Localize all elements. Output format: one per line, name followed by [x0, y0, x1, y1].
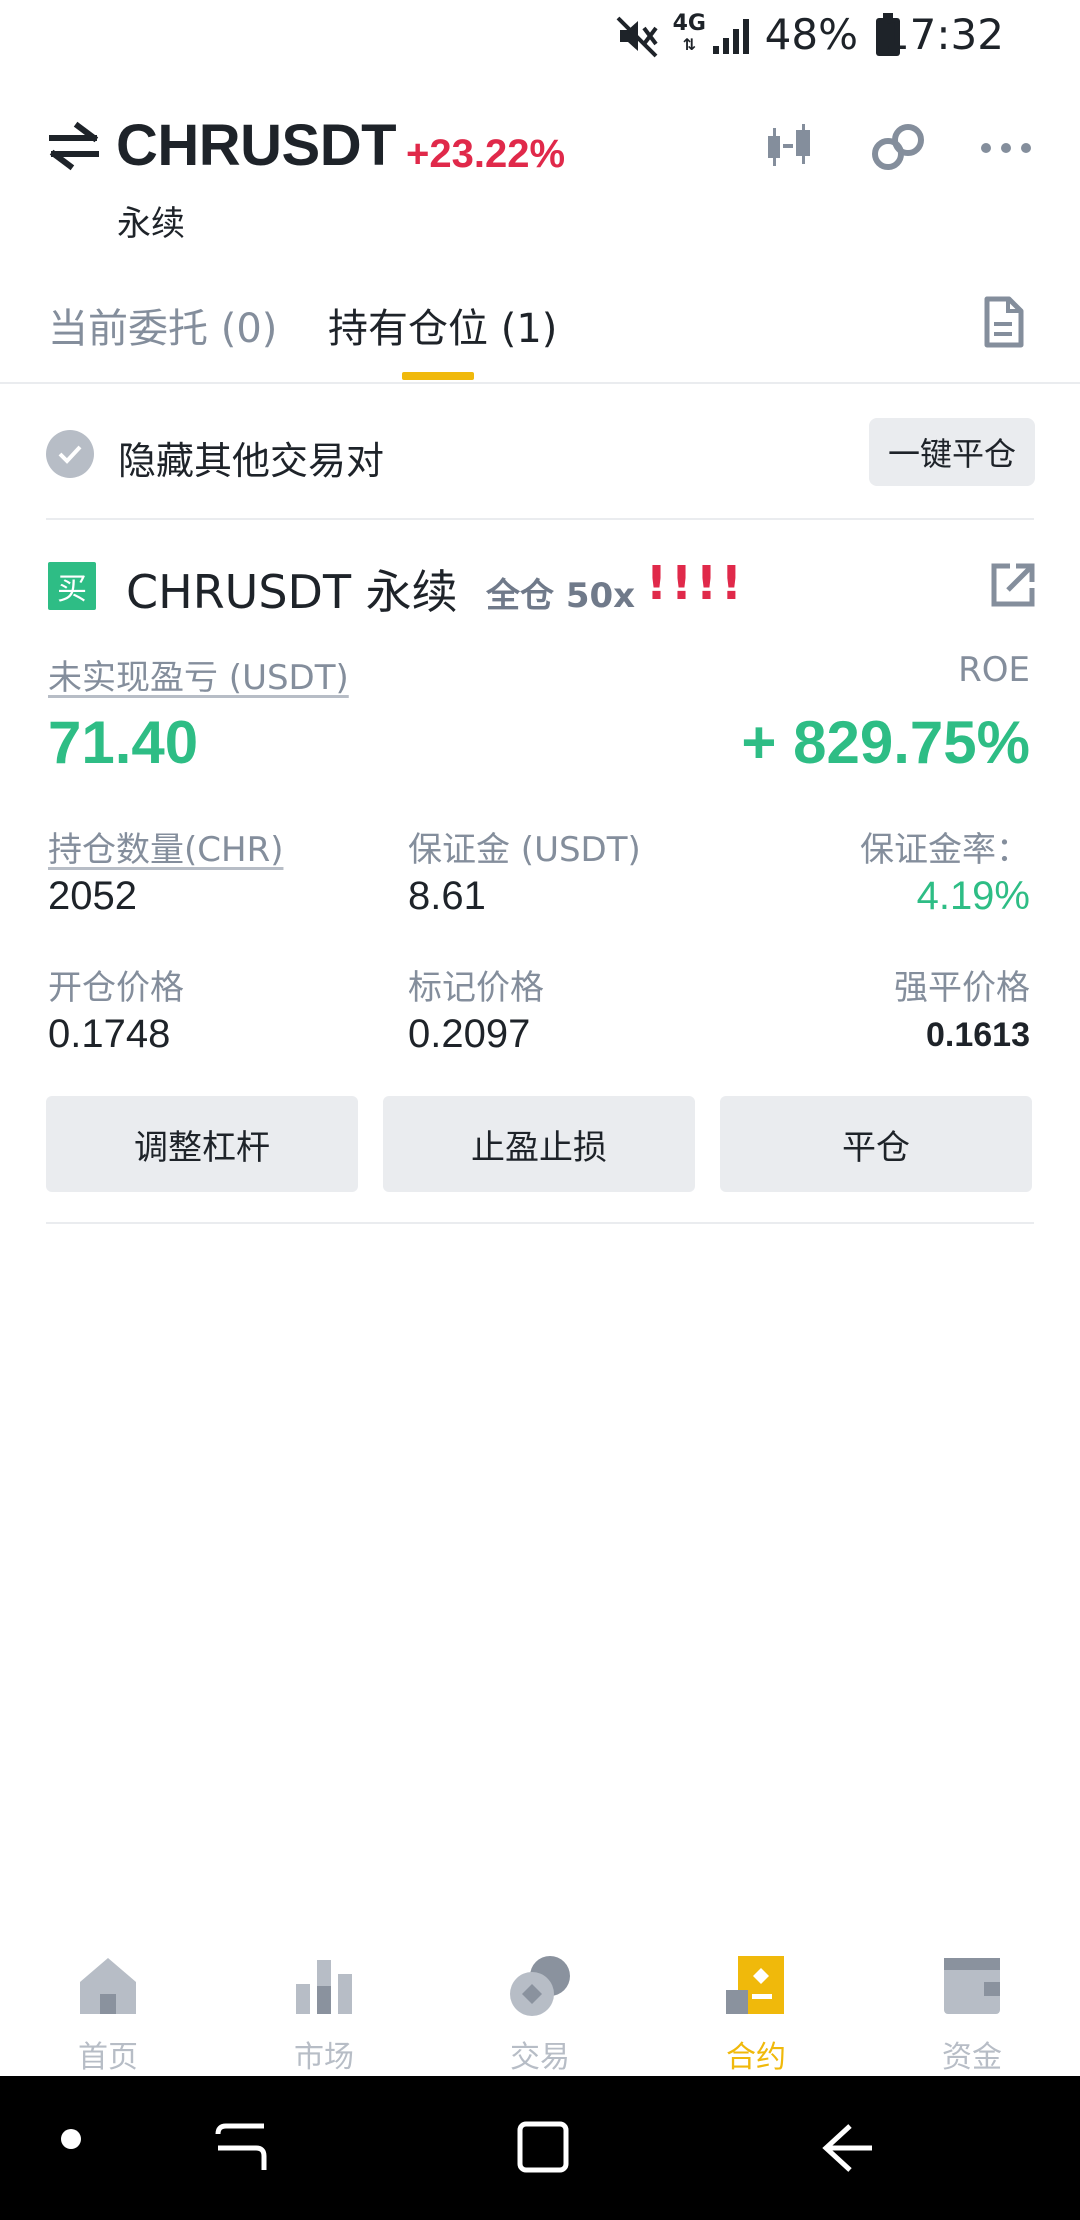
buy-badge: 买: [48, 562, 96, 610]
mark-price-label: 标记价格: [408, 968, 544, 1008]
roe-value: + 829.75%: [741, 709, 1030, 776]
nav-futures[interactable]: 合约: [656, 1936, 856, 2076]
link-icon[interactable]: [870, 120, 926, 176]
unrealized-pnl-label[interactable]: 未实现盈亏 (USDT): [48, 650, 349, 699]
contract-type: 永续: [117, 204, 185, 244]
unrealized-pnl-value: 71.40: [48, 709, 199, 776]
nav-markets[interactable]: 市场: [224, 1936, 424, 2076]
back-icon[interactable]: [820, 2120, 876, 2176]
home-icon: [80, 1958, 136, 2014]
nav-trade[interactable]: 交易: [440, 1936, 640, 2076]
more-icon[interactable]: [978, 120, 1034, 176]
check-icon: [58, 445, 82, 464]
symbol-title[interactable]: CHRUSDT: [116, 112, 397, 179]
network-type-label: 4G ⇅: [672, 11, 706, 55]
tab-positions[interactable]: 持有仓位 (1): [328, 296, 557, 354]
status-bar: 4G ⇅ 48% 17:32: [0, 0, 1080, 72]
share-icon[interactable]: [990, 562, 1036, 608]
margin-label: 保证金 (USDT): [408, 830, 641, 870]
divider: [46, 1222, 1034, 1224]
adjust-leverage-button[interactable]: 调整杠杆: [46, 1096, 358, 1192]
position-size-value: 2052: [48, 874, 137, 918]
dot-icon[interactable]: [60, 2128, 82, 2150]
position-title: CHRUSDT 永续: [126, 565, 458, 619]
nav-home[interactable]: 首页: [8, 1936, 208, 2076]
risk-indicator: !!!!: [646, 556, 746, 610]
markets-icon: [296, 1960, 352, 2014]
mark-price-value: 0.2097: [408, 1012, 531, 1056]
swap-icon[interactable]: [48, 120, 100, 172]
signal-icon: [713, 19, 749, 54]
system-nav-bar: [0, 2076, 1080, 2220]
hide-pairs-checkbox[interactable]: [46, 430, 94, 478]
price-change: +23.22%: [406, 132, 566, 176]
liquidation-price-value: 0.1613: [926, 1016, 1030, 1054]
entry-price-value: 0.1748: [48, 1012, 171, 1056]
divider: [46, 518, 1034, 520]
nav-wallet[interactable]: 资金: [872, 1936, 1072, 2076]
entry-price-label: 开仓价格: [48, 968, 184, 1008]
mute-icon: [616, 16, 658, 58]
battery-percent: 48%: [764, 10, 858, 59]
home-button-icon[interactable]: [516, 2120, 570, 2174]
roe-label: ROE: [958, 650, 1030, 690]
margin-ratio-label: 保证金率：: [860, 830, 1030, 870]
candlestick-icon[interactable]: [762, 120, 818, 176]
position-size-label[interactable]: 持仓数量(CHR): [48, 822, 283, 871]
liquidation-price-label: 强平价格: [894, 968, 1030, 1008]
clock: 17:32: [882, 10, 1004, 59]
hide-pairs-label[interactable]: 隐藏其他交易对: [118, 430, 384, 485]
trade-icon: [510, 1956, 570, 2016]
margin-value: 8.61: [408, 874, 486, 918]
tab-indicator: [402, 372, 474, 380]
margin-ratio-value: 4.19%: [916, 874, 1030, 918]
futures-icon: [726, 1956, 784, 2014]
margin-mode[interactable]: 全仓 50x: [486, 568, 635, 617]
wallet-icon: [944, 1958, 1000, 2014]
tab-open-orders[interactable]: 当前委托 (0): [48, 296, 277, 354]
bottom-nav: 首页 市场 交易 合约 资金: [0, 1936, 1080, 2076]
close-position-button[interactable]: 平仓: [720, 1096, 1032, 1192]
tp-sl-button[interactable]: 止盈止损: [383, 1096, 695, 1192]
recents-icon[interactable]: [214, 2120, 270, 2176]
document-icon[interactable]: [984, 296, 1024, 348]
divider: [0, 382, 1080, 384]
close-all-button[interactable]: 一键平仓: [869, 418, 1035, 486]
